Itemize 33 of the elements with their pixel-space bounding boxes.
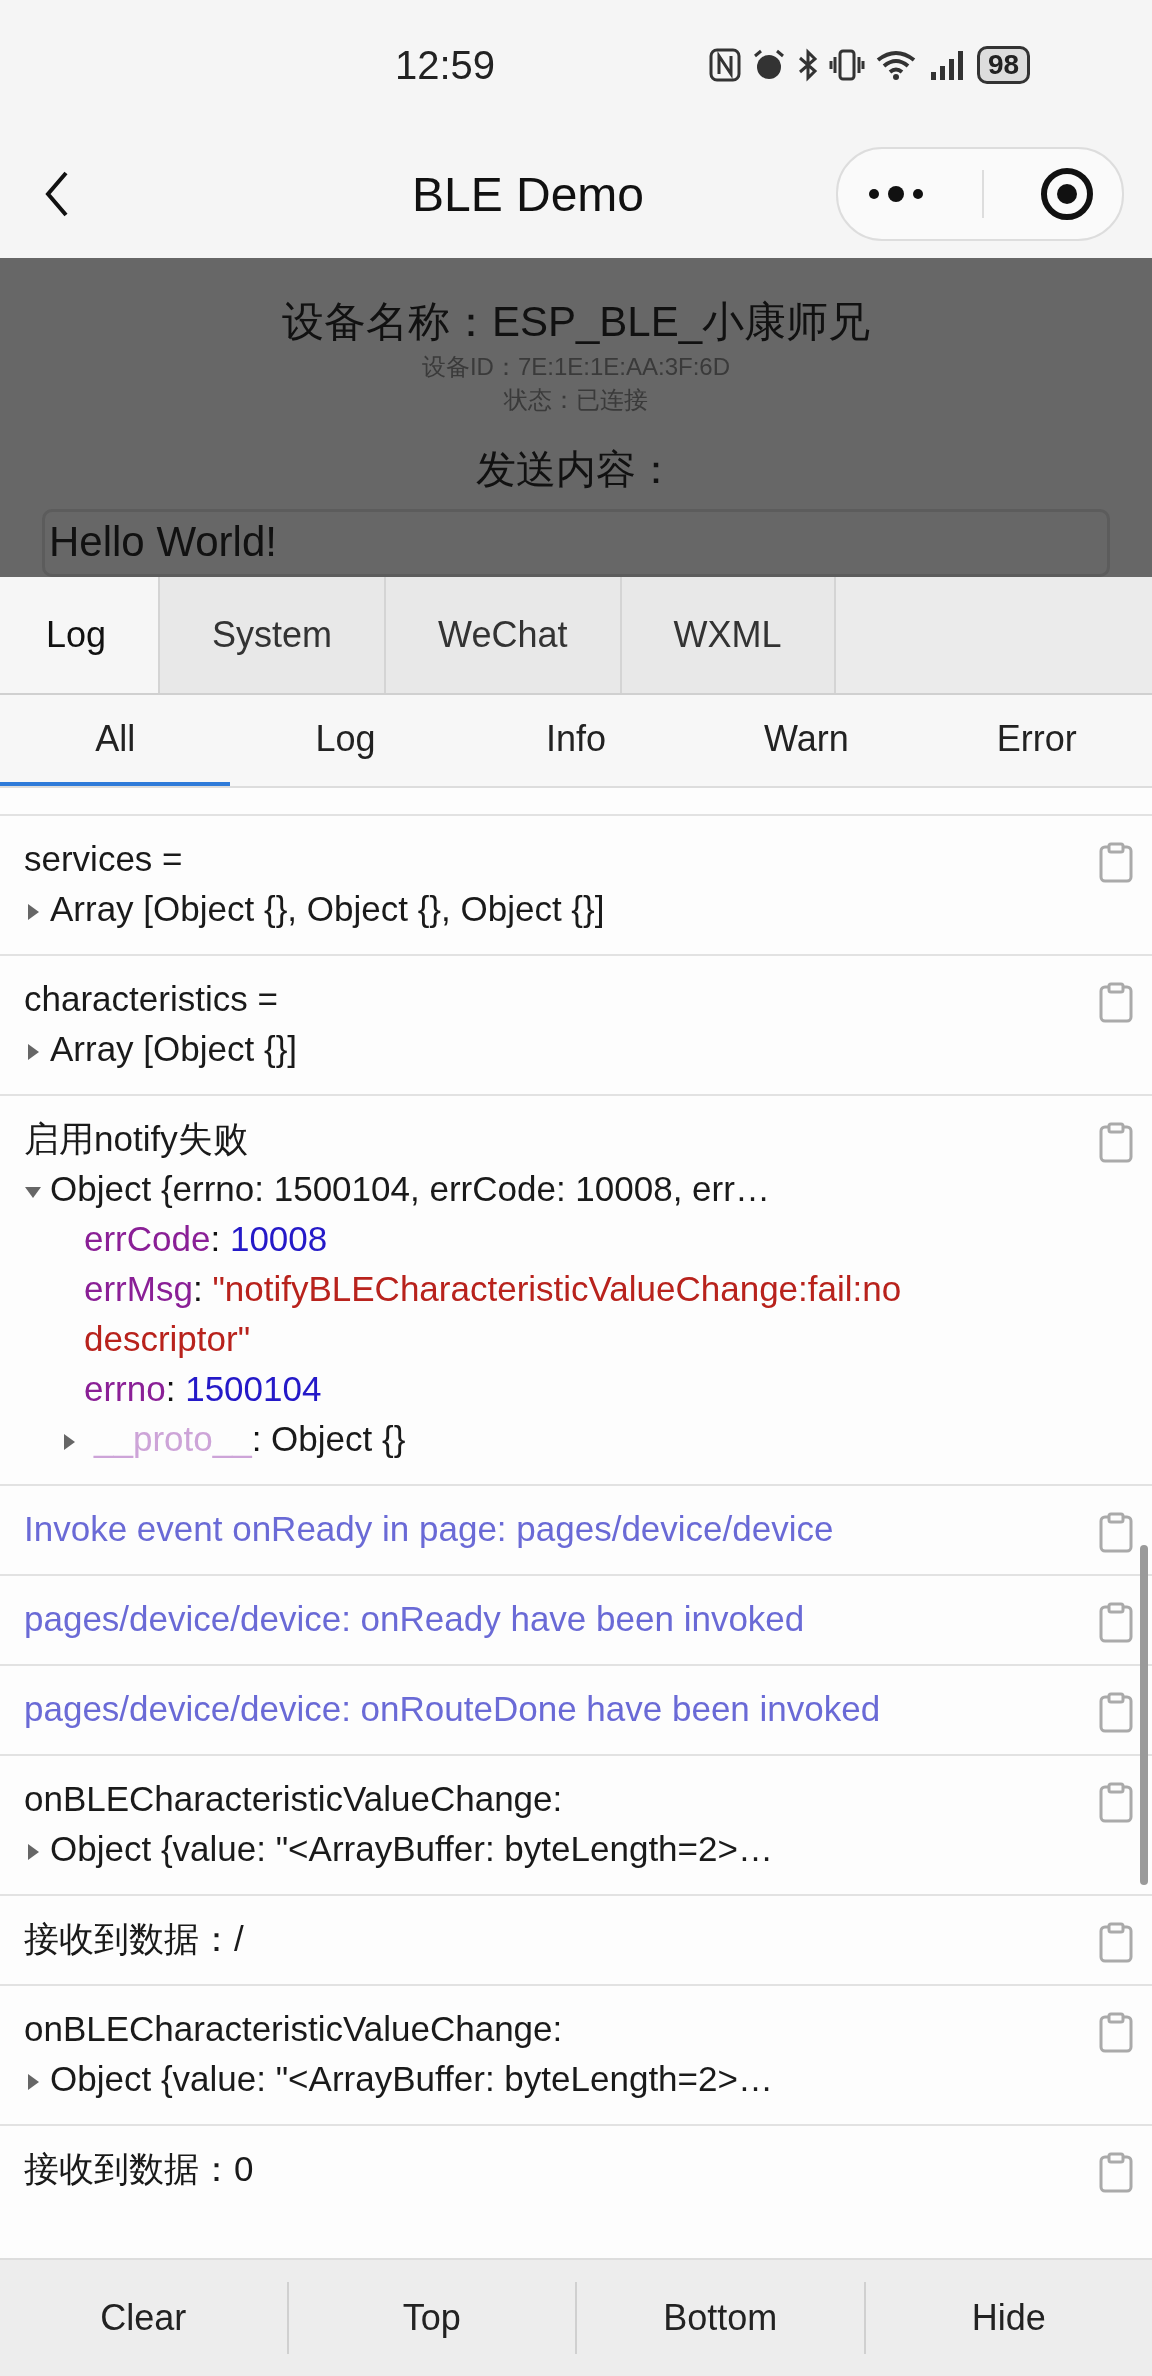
- log-message: characteristics =: [24, 978, 279, 1020]
- log-message: services =: [24, 838, 184, 880]
- object-summary[interactable]: Object {errno: 1500104, errCode: 10008, err…: [50, 1164, 770, 1214]
- filter-tab[interactable]: Error: [921, 695, 1152, 786]
- filter-tab[interactable]: Log: [230, 695, 461, 786]
- toolbar-button[interactable]: Hide: [865, 2282, 1152, 2354]
- property-line: errMsg: "notifyBLECharacteristicValueChange:fail:no descriptor": [84, 1268, 903, 1360]
- console-tab[interactable]: Log: [0, 577, 161, 693]
- property-line: errno: 1500104: [84, 1368, 322, 1410]
- toolbar-button[interactable]: Bottom: [577, 2282, 866, 2354]
- toolbar-button[interactable]: Clear: [0, 2282, 289, 2354]
- info-message: pages/device/device: onRouteDone have been invoked: [24, 1688, 882, 1730]
- object-summary[interactable]: Array [Object {}, Object {}, Object {}]: [50, 884, 605, 934]
- filter-tab[interactable]: Info: [460, 695, 692, 786]
- toolbar-button[interactable]: Top: [288, 2282, 577, 2354]
- object-summary[interactable]: Object {value: "<ArrayBuffer: byteLength=2>…: [50, 2054, 773, 2104]
- log-message: 启用notify失败: [24, 1118, 249, 1160]
- status-time: 12:59: [395, 42, 497, 88]
- info-message: Invoke event onReady in page: pages/device/device: [24, 1508, 835, 1550]
- log-message: 接收到数据：/: [24, 1918, 245, 1960]
- filter-tab[interactable]: Warn: [691, 695, 922, 786]
- battery-level: 98: [977, 46, 1031, 84]
- property-line: __proto__: Object {}: [94, 1418, 406, 1460]
- log-message: 接收到数据：0: [24, 2148, 255, 2190]
- device-name: 设备名称：ESP_BLE_小康师兄: [281, 297, 871, 347]
- object-summary[interactable]: Object {value: "<ArrayBuffer: byteLength=2>…: [50, 1824, 773, 1874]
- log-message: onBLECharacteristicValueChange:: [24, 2008, 564, 2050]
- object-summary[interactable]: Array [Object {}]: [50, 1024, 298, 1074]
- send-label: 发送内容：: [476, 446, 676, 493]
- log-message: onBLECharacteristicValueChange:: [24, 1778, 564, 1820]
- page-title: BLE Demo: [410, 166, 646, 222]
- property-line: errCode: 10008: [84, 1218, 328, 1260]
- info-message: pages/device/device: onReady have been invoked: [24, 1598, 806, 1640]
